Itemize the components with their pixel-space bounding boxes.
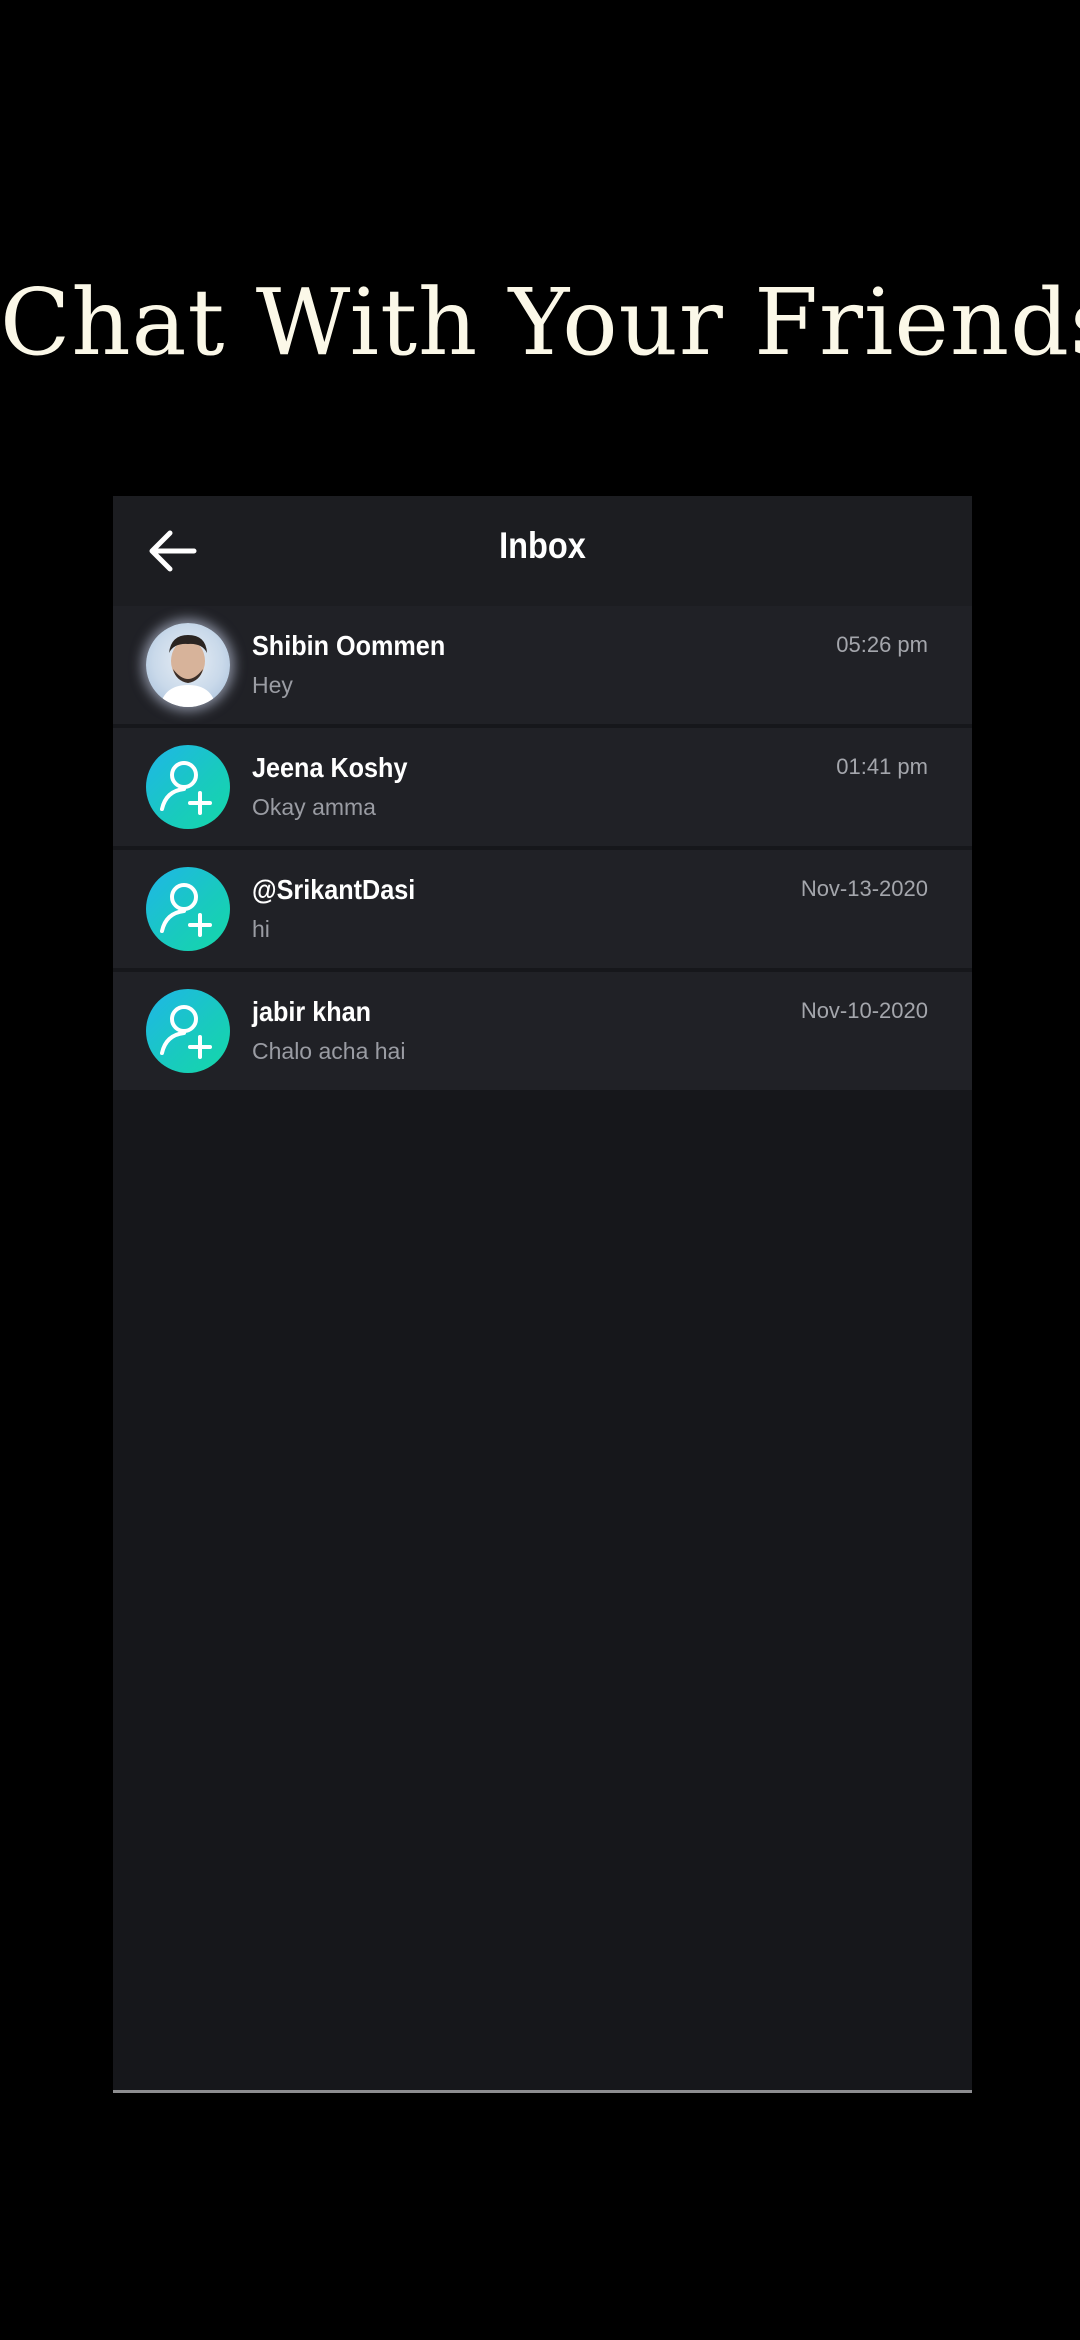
message-preview: hi <box>252 916 270 942</box>
contact-name: Jeena Koshy <box>252 752 408 783</box>
message-time: 05:26 pm <box>836 632 928 657</box>
avatar[interactable] <box>146 623 230 707</box>
contact-name: @SrikantDasi <box>252 874 416 905</box>
contact-name: jabir khan <box>252 996 372 1027</box>
avatar[interactable] <box>146 989 230 1073</box>
add-user-icon <box>160 1005 212 1059</box>
chat-row[interactable]: Jeena Koshy Okay amma 01:41 pm <box>113 728 972 846</box>
promo-title: Chat With Your Friends <box>0 269 1080 376</box>
add-user-icon <box>160 883 212 937</box>
profile-photo-icon <box>160 635 216 707</box>
chat-list: Shibin Oommen Hey 05:26 pm Jeena Koshy O… <box>113 606 972 1094</box>
message-time: 01:41 pm <box>836 754 928 779</box>
chat-row[interactable]: jabir khan Chalo acha hai Nov-10-2020 <box>113 972 972 1090</box>
add-user-icon <box>160 761 212 815</box>
message-time: Nov-13-2020 <box>800 876 928 901</box>
app-header: Inbox <box>113 496 972 606</box>
chat-row[interactable]: Shibin Oommen Hey 05:26 pm <box>113 606 972 724</box>
contact-name: Shibin Oommen <box>252 630 446 661</box>
message-preview: Okay amma <box>252 794 376 820</box>
message-preview: Chalo acha hai <box>252 1038 406 1064</box>
avatar[interactable] <box>146 745 230 829</box>
chat-row[interactable]: @SrikantDasi hi Nov-13-2020 <box>113 850 972 968</box>
message-time: Nov-10-2020 <box>800 998 928 1023</box>
avatar[interactable] <box>146 867 230 951</box>
message-preview: Hey <box>252 672 293 698</box>
page-title: Inbox <box>499 525 586 566</box>
inbox-screen: Inbox Shibin Oommen Hey 05:26 pm Jeena K… <box>113 496 972 2093</box>
